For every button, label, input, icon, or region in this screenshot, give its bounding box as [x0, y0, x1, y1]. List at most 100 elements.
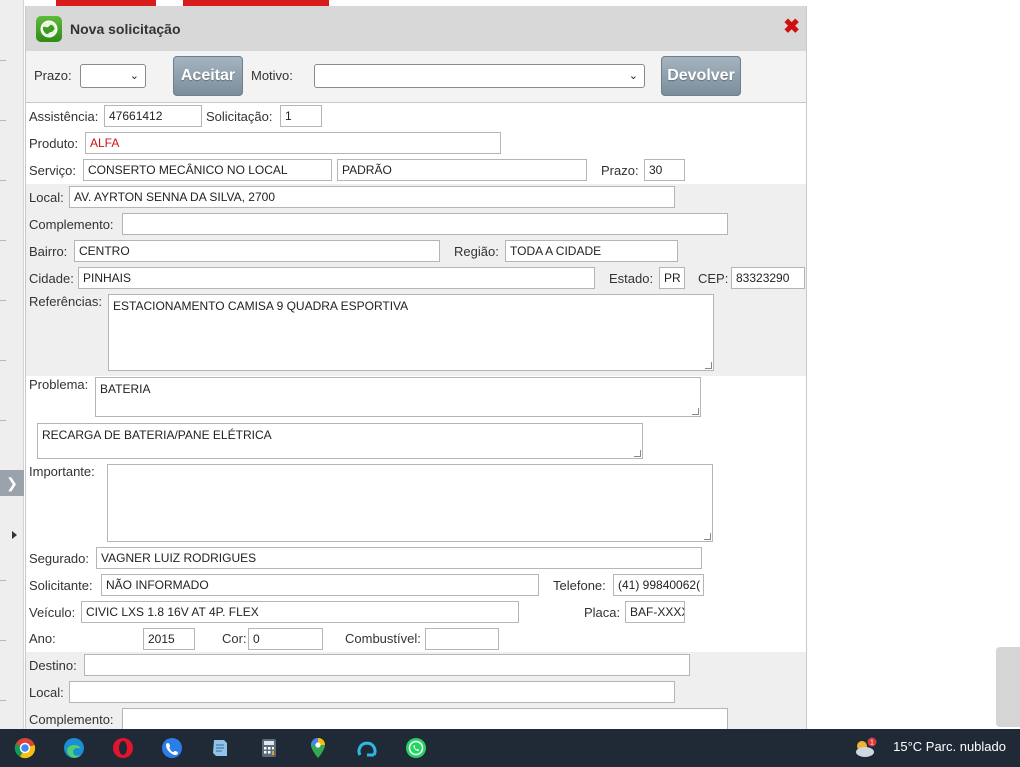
- arc-app-icon[interactable]: [356, 737, 378, 759]
- telefone-field[interactable]: (41) 99840062(: [613, 574, 704, 596]
- triangle-right-icon[interactable]: [12, 531, 17, 539]
- segurado-label: Segurado:: [29, 551, 89, 566]
- globe-icon: [36, 15, 62, 42]
- solicitacao-label: Solicitação:: [206, 109, 273, 124]
- problema-detalhe-text: RECARGA DE BATERIA/PANE ELÉTRICA: [42, 428, 272, 442]
- local-label: Local:: [29, 190, 64, 205]
- complemento-label: Complemento:: [29, 217, 114, 232]
- divider: [0, 300, 6, 301]
- cor-label: Cor:: [222, 631, 247, 646]
- chevron-down-icon: ⌄: [628, 70, 638, 82]
- dialog-title: Nova solicitação: [70, 20, 181, 37]
- combustivel-label: Combustível:: [345, 631, 421, 646]
- regiao-label: Região:: [454, 244, 499, 259]
- resize-grip-icon[interactable]: [705, 362, 712, 369]
- assistencia-field[interactable]: 47661412: [104, 105, 202, 127]
- importante-textarea[interactable]: [107, 464, 713, 542]
- prazo-label: Prazo:: [34, 68, 72, 83]
- ano-label: Ano:: [29, 631, 56, 646]
- chrome-icon[interactable]: [14, 737, 36, 759]
- servico-field[interactable]: CONSERTO MECÂNICO NO LOCAL: [83, 159, 332, 181]
- problema-textarea[interactable]: BATERIA: [95, 377, 701, 417]
- phone-app-icon[interactable]: [161, 737, 183, 759]
- local-field[interactable]: AV. AYRTON SENNA DA SILVA, 2700: [69, 186, 675, 208]
- segurado-field[interactable]: VAGNER LUIZ RODRIGUES: [96, 547, 702, 569]
- destino-local-field[interactable]: [69, 681, 675, 703]
- edge-icon[interactable]: [63, 737, 85, 759]
- weather-badge: 1: [870, 740, 874, 747]
- estado-label: Estado:: [609, 271, 654, 286]
- placa-field[interactable]: BAF-XXXX: [625, 601, 685, 623]
- divider: [0, 60, 6, 61]
- solicitante-field[interactable]: NÃO INFORMADO: [101, 574, 539, 596]
- floating-widget[interactable]: [996, 647, 1020, 727]
- cidade-field[interactable]: PINHAIS: [78, 267, 595, 289]
- divider: [0, 580, 6, 581]
- importante-label: Importante:: [29, 464, 95, 479]
- calculator-icon[interactable]: [258, 737, 280, 759]
- divider: [0, 640, 6, 641]
- notes-app-icon[interactable]: [209, 737, 231, 759]
- weather-text[interactable]: 15°C Parc. nublado: [893, 739, 1006, 754]
- produto-field[interactable]: ALFA: [85, 132, 501, 154]
- solicitante-label: Solicitante:: [29, 578, 93, 593]
- motivo-select[interactable]: ⌄: [314, 64, 645, 88]
- divider: [0, 700, 6, 701]
- accept-button[interactable]: Aceitar: [173, 56, 243, 96]
- ano-field[interactable]: 2015: [143, 628, 195, 650]
- bairro-label: Bairro:: [29, 244, 68, 259]
- destino-local-label: Local:: [29, 685, 64, 700]
- problema-text: BATERIA: [100, 382, 151, 396]
- divider: [0, 180, 6, 181]
- complemento-field[interactable]: [122, 213, 728, 235]
- bairro-field[interactable]: CENTRO: [74, 240, 440, 262]
- chevron-down-icon: ⌄: [129, 70, 139, 82]
- close-icon[interactable]: ✖: [783, 17, 800, 37]
- cep-label: CEP:: [698, 271, 729, 286]
- action-toolbar: Prazo: ⌄ Aceitar Motivo: ⌄ Devolver: [26, 51, 806, 103]
- motivo-label: Motivo:: [251, 68, 293, 83]
- assistencia-label: Assistência:: [29, 109, 99, 124]
- dialog-titlebar: Nova solicitação ✖: [26, 6, 806, 51]
- divider: [0, 420, 6, 421]
- os-taskbar: 1 15°C Parc. nublado: [0, 729, 1020, 767]
- placa-label: Placa:: [584, 605, 621, 620]
- maps-icon[interactable]: [307, 737, 329, 759]
- destino-field[interactable]: [84, 654, 690, 676]
- divider: [0, 360, 6, 361]
- problema-detalhe-textarea[interactable]: RECARGA DE BATERIA/PANE ELÉTRICA: [37, 423, 643, 459]
- referencias-label: Referências:: [29, 294, 102, 309]
- veiculo-field[interactable]: CIVIC LXS 1.8 16V AT 4P. FLEX: [81, 601, 519, 623]
- prazo-select[interactable]: ⌄: [80, 64, 146, 88]
- referencias-textarea[interactable]: ESTACIONAMENTO CAMISA 9 QUADRA ESPORTIVA: [108, 294, 714, 371]
- resize-grip-icon[interactable]: [704, 533, 711, 540]
- regiao-field[interactable]: TODA A CIDADE: [505, 240, 678, 262]
- combustivel-field[interactable]: [425, 628, 499, 650]
- solicitacao-field[interactable]: 1: [280, 105, 322, 127]
- cidade-label: Cidade:: [29, 271, 74, 286]
- return-button[interactable]: Devolver: [661, 56, 741, 96]
- left-side-panel: [0, 0, 24, 729]
- servico-prazo-label: Prazo:: [601, 163, 639, 178]
- servico-tipo-field[interactable]: PADRÃO: [337, 159, 587, 181]
- new-request-dialog: Nova solicitação ✖ Prazo: ⌄ Aceitar Moti…: [25, 6, 807, 729]
- opera-icon[interactable]: [112, 737, 134, 759]
- servico-prazo-field[interactable]: 30: [644, 159, 685, 181]
- estado-field[interactable]: PR: [659, 267, 685, 289]
- whatsapp-icon[interactable]: [405, 737, 427, 759]
- referencias-text: ESTACIONAMENTO CAMISA 9 QUADRA ESPORTIVA: [113, 299, 409, 313]
- destino-complemento-field[interactable]: [122, 708, 728, 729]
- resize-grip-icon[interactable]: [634, 450, 641, 457]
- chevron-right-icon: ❯: [6, 474, 18, 491]
- destino-complemento-label: Complemento:: [29, 712, 114, 727]
- divider: [0, 240, 6, 241]
- cep-field[interactable]: 83323290: [731, 267, 805, 289]
- destino-label: Destino:: [29, 658, 77, 673]
- veiculo-label: Veículo:: [29, 605, 76, 620]
- resize-grip-icon[interactable]: [692, 408, 699, 415]
- cor-field[interactable]: 0: [248, 628, 323, 650]
- weather-cloud-icon[interactable]: 1: [853, 737, 877, 759]
- divider: [0, 120, 6, 121]
- expand-panel-button[interactable]: ❯: [0, 470, 24, 496]
- produto-label: Produto:: [29, 136, 79, 151]
